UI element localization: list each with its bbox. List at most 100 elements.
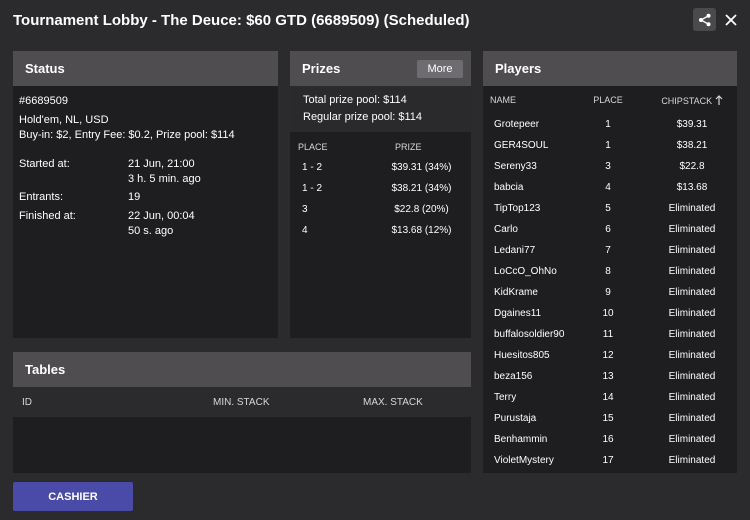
player-place: 4	[605, 182, 611, 193]
started-ago: 3 h. 5 min. ago	[128, 173, 201, 185]
prize-col-prize[interactable]: PRIZE	[372, 136, 471, 157]
player-chipstack: Eliminated	[668, 245, 716, 256]
players-table: NAME PLACE CHIPSTACK Grotepeer 1 $39.31 GER…	[483, 86, 737, 471]
tables-col-min-stack[interactable]: MIN. STACK	[213, 397, 269, 408]
close-icon	[725, 13, 737, 26]
player-row[interactable]: Carlo 6 Eliminated	[483, 219, 737, 240]
players-table-header: NAME PLACE CHIPSTACK	[483, 86, 737, 114]
player-row[interactable]: beza156 13 Eliminated	[483, 366, 737, 387]
player-name: Benhammin	[494, 434, 548, 445]
player-row[interactable]: TipTop123 5 Eliminated	[483, 198, 737, 219]
players-col-chipstack[interactable]: CHIPSTACK	[639, 86, 737, 114]
tables-panel: Tables ID MIN. STACK MAX. STACK	[13, 352, 471, 473]
player-row[interactable]: KidKrame 9 Eliminated	[483, 282, 737, 303]
window-title: Tournament Lobby - The Deuce: $60 GTD (6…	[13, 11, 470, 29]
player-place: 17	[602, 455, 614, 466]
player-name: Ledani77	[494, 245, 536, 256]
prizes-title: Prizes	[302, 61, 341, 76]
prize-col-place[interactable]: PLACE	[290, 136, 372, 157]
prize-amount: $39.31 (34%)	[391, 162, 452, 173]
game-type: Hold'em, NL, USD	[19, 114, 109, 126]
started-value-group: 21 Jun, 21:00 3 h. 5 min. ago	[128, 157, 201, 187]
prize-amount: $38.21 (34%)	[391, 183, 452, 194]
player-place: 7	[605, 245, 611, 256]
players-panel: Players NAME PLACE CHIPSTACK Grotepeer 1 $…	[483, 51, 737, 473]
prize-row: 4 $13.68 (12%)	[290, 220, 471, 241]
player-name: Terry	[494, 392, 517, 403]
player-place: 1	[605, 119, 611, 130]
player-place: 9	[605, 287, 611, 298]
finished-ago: 50 s. ago	[128, 225, 174, 237]
player-row[interactable]: Grotepeer 1 $39.31	[483, 114, 737, 135]
prize-table-header: PLACE PRIZE	[290, 136, 471, 157]
player-place: 5	[605, 203, 611, 214]
player-row[interactable]: Sereny33 3 $22.8	[483, 156, 737, 177]
player-row[interactable]: Huesitos805 12 Eliminated	[483, 345, 737, 366]
player-chipstack: Eliminated	[668, 224, 716, 235]
player-place: 3	[605, 161, 611, 172]
share-button[interactable]	[693, 8, 716, 31]
player-chipstack: Eliminated	[668, 455, 716, 466]
player-name: LoCcO_OhNo	[494, 266, 557, 277]
player-chipstack: Eliminated	[668, 371, 716, 382]
prize-row: 1 - 2 $38.21 (34%)	[290, 178, 471, 199]
player-name: GER4SOUL	[494, 140, 549, 151]
player-place: 12	[602, 350, 614, 361]
player-row[interactable]: Benhammin 16 Eliminated	[483, 429, 737, 450]
prizes-panel: Prizes More Total prize pool: $114 Regul…	[290, 51, 471, 338]
prize-amount: $22.8 (20%)	[394, 204, 449, 215]
tables-col-max-stack[interactable]: MAX. STACK	[363, 397, 423, 408]
entrants-value: 19	[128, 191, 141, 203]
entrants-row: Entrants: 19	[19, 190, 272, 205]
prize-place: 4	[302, 225, 308, 236]
player-place: 13	[602, 371, 614, 382]
player-chipstack: Eliminated	[668, 287, 716, 298]
prize-place: 1 - 2	[302, 183, 323, 194]
players-col-name[interactable]: NAME	[483, 86, 577, 114]
player-chipstack: Eliminated	[668, 203, 716, 214]
more-button[interactable]: More	[417, 60, 463, 78]
player-row[interactable]: Terry 14 Eliminated	[483, 387, 737, 408]
cashier-button[interactable]: CASHIER	[13, 482, 133, 511]
player-row[interactable]: GER4SOUL 1 $38.21	[483, 135, 737, 156]
status-body: #6689509 Hold'em, NL, USD Buy-in: $2, En…	[13, 86, 278, 247]
entrants-label: Entrants:	[19, 191, 64, 203]
player-place: 10	[602, 308, 614, 319]
close-button[interactable]	[721, 8, 741, 31]
finished-value-group: 22 Jun, 00:04 50 s. ago	[128, 209, 195, 239]
player-row[interactable]: Purustaja 15 Eliminated	[483, 408, 737, 429]
started-label: Started at:	[19, 158, 70, 170]
player-row[interactable]: Dgaines11 10 Eliminated	[483, 303, 737, 324]
status-panel: Status #6689509 Hold'em, NL, USD Buy-in:…	[13, 51, 278, 338]
buyin-info: Buy-in: $2, Entry Fee: $0.2, Prize pool:…	[19, 129, 235, 141]
player-place: 6	[605, 224, 611, 235]
player-name: Dgaines11	[494, 308, 542, 319]
players-header: Players	[483, 51, 737, 86]
player-row[interactable]: VioletMystery 17 Eliminated	[483, 450, 737, 471]
prize-place: 3	[302, 204, 308, 215]
prizes-header: Prizes More	[290, 51, 471, 86]
player-place: 8	[605, 266, 611, 277]
prize-amount: $13.68 (12%)	[391, 225, 452, 236]
tables-header: Tables	[13, 352, 471, 387]
player-chipstack: Eliminated	[668, 329, 716, 340]
player-row[interactable]: buffalosoldier90 11 Eliminated	[483, 324, 737, 345]
player-chipstack: $13.68	[676, 182, 708, 193]
players-col-place[interactable]: PLACE	[577, 86, 639, 114]
player-name: Purustaja	[494, 413, 537, 424]
tables-col-id[interactable]: ID	[22, 397, 32, 408]
player-name: Sereny33	[494, 161, 537, 172]
player-name: KidKrame	[494, 287, 538, 298]
player-place: 11	[602, 329, 614, 340]
finished-row: Finished at: 22 Jun, 00:04 50 s. ago	[19, 209, 272, 239]
player-row[interactable]: LoCcO_OhNo 8 Eliminated	[483, 261, 737, 282]
player-place: 14	[602, 392, 614, 403]
player-name: buffalosoldier90	[494, 329, 565, 340]
player-chipstack: Eliminated	[668, 350, 716, 361]
started-value: 21 Jun, 21:00	[128, 158, 195, 170]
prize-row: 3 $22.8 (20%)	[290, 199, 471, 220]
player-chipstack: $22.8	[679, 161, 705, 172]
player-row[interactable]: babcia 4 $13.68	[483, 177, 737, 198]
player-row[interactable]: Ledani77 7 Eliminated	[483, 240, 737, 261]
regular-prize-pool: Regular prize pool: $114	[303, 111, 423, 123]
